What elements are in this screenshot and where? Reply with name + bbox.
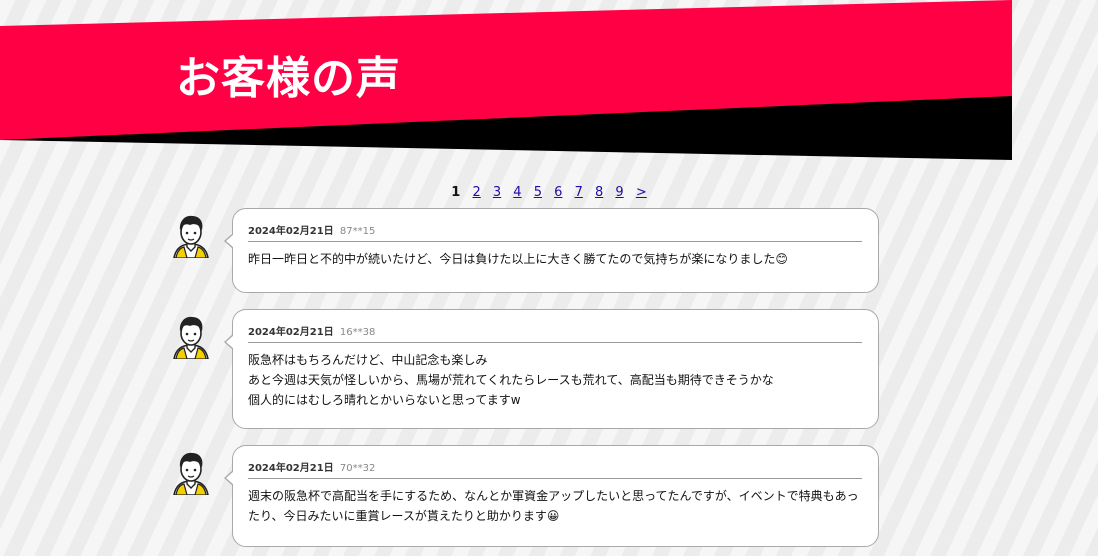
- comment-date: 2024年02月21日: [248, 327, 334, 338]
- header-banner: お客様の声: [0, 0, 1012, 160]
- pagination-page-6[interactable]: 6: [554, 185, 562, 200]
- comment-meta: 2024年02月21日 87**15: [248, 222, 862, 242]
- comment-line: あと今週は天気が怪しいから、馬場が荒れてくれたらレースも荒れて、高配当も期待でき…: [248, 373, 774, 387]
- comment-bubble: 2024年02月21日 16**38 阪急杯はもちろんだけど、中山記念も楽しみ …: [224, 309, 879, 429]
- comment-user-id: 70**32: [339, 463, 376, 474]
- pagination-current-page: 1: [451, 185, 461, 200]
- comment-line: 週末の阪急杯で高配当を手にするため、なんとか軍資金アップしたいと思ってたんですが…: [248, 489, 859, 503]
- pagination-page-9[interactable]: 9: [615, 185, 623, 200]
- pagination-page-7[interactable]: 7: [575, 185, 583, 200]
- user-avatar-icon: [173, 316, 209, 359]
- user-avatar-icon: [173, 452, 209, 495]
- comment-body: 昨日一昨日と不的中が続いたけど、今日は負けた以上に大きく勝てたので気持ちが楽にな…: [248, 249, 862, 269]
- pagination-page-5[interactable]: 5: [534, 185, 542, 200]
- comment-date: 2024年02月21日: [248, 226, 334, 237]
- comment-line: 個人的にはむしろ晴れとかいらないと思ってますw: [248, 393, 521, 407]
- comment-line: 昨日一昨日と不的中が続いたけど、今日は負けた以上に大きく勝てたので気持ちが楽にな…: [248, 252, 788, 266]
- comment-line: 阪急杯はもちろんだけど、中山記念も楽しみ: [248, 353, 488, 367]
- pagination-page-3[interactable]: 3: [493, 185, 501, 200]
- banner-background: [0, 0, 1012, 160]
- comment-user-id: 16**38: [339, 327, 376, 338]
- pagination-page-2[interactable]: 2: [472, 185, 480, 200]
- comment-line: たり、今日みたいに重賞レースが貰えたりと助かります😀: [248, 509, 560, 523]
- pagination-next-link[interactable]: >: [636, 185, 647, 200]
- comment-body: 阪急杯はもちろんだけど、中山記念も楽しみ あと今週は天気が怪しいから、馬場が荒れ…: [248, 350, 862, 410]
- comment-date: 2024年02月21日: [248, 463, 334, 474]
- comment-bubble: 2024年02月21日 87**15 昨日一昨日と不的中が続いたけど、今日は負け…: [224, 208, 879, 293]
- pagination-page-8[interactable]: 8: [595, 185, 603, 200]
- pagination-page-4[interactable]: 4: [513, 185, 521, 200]
- page-title: お客様の声: [176, 53, 401, 104]
- comment-user-id: 87**15: [339, 226, 376, 237]
- comment-meta: 2024年02月21日 70**32: [248, 459, 862, 479]
- user-avatar-icon: [173, 215, 209, 258]
- comment-meta: 2024年02月21日 16**38: [248, 323, 862, 343]
- comment-body: 週末の阪急杯で高配当を手にするため、なんとか軍資金アップしたいと思ってたんですが…: [248, 486, 862, 526]
- comment-bubble: 2024年02月21日 70**32 週末の阪急杯で高配当を手にするため、なんと…: [224, 445, 879, 547]
- pagination: 1 2 3 4 5 6 7 8 9 >: [0, 185, 1098, 200]
